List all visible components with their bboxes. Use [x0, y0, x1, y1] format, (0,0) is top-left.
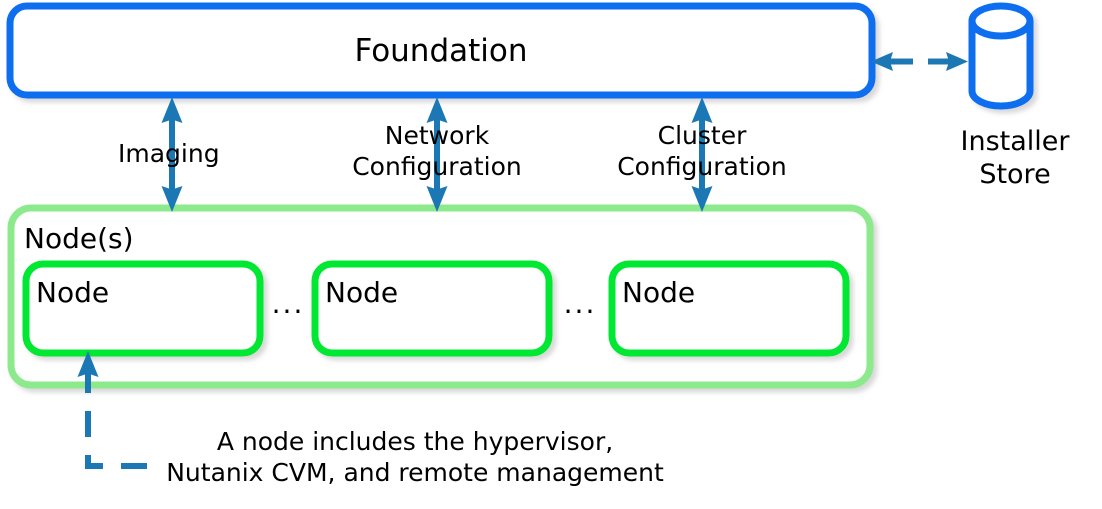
diagram-canvas: Foundation Installer Store Imaging Netwo… — [0, 0, 1102, 509]
connection-label-imaging: Imaging — [118, 139, 220, 168]
installer-store-cylinder — [968, 2, 1034, 110]
connection-label-network-configuration-line1: Network — [384, 121, 490, 150]
callout-text-line2: Nutanix CVM, and remote management — [166, 458, 664, 487]
node-ellipsis-2: ... — [563, 287, 597, 320]
callout-text-line1: A node includes the hypervisor, — [216, 427, 614, 456]
connection-label-cluster-configuration-line2: Configuration — [617, 152, 787, 181]
installer-store-label-line2: Store — [979, 159, 1051, 190]
node-ellipsis-1: ... — [271, 287, 305, 320]
node-label-1: Node — [36, 276, 110, 309]
foundation-label: Foundation — [354, 33, 528, 69]
nodes-container-label: Node(s) — [24, 222, 134, 255]
foundation-installer-link — [871, 52, 968, 71]
node-label-3: Node — [622, 276, 696, 309]
installer-store-label-line1: Installer — [960, 126, 1070, 157]
node-label-2: Node — [325, 276, 399, 309]
connection-label-network-configuration-line2: Configuration — [352, 152, 522, 181]
connection-label-cluster-configuration-line1: Cluster — [657, 121, 747, 150]
